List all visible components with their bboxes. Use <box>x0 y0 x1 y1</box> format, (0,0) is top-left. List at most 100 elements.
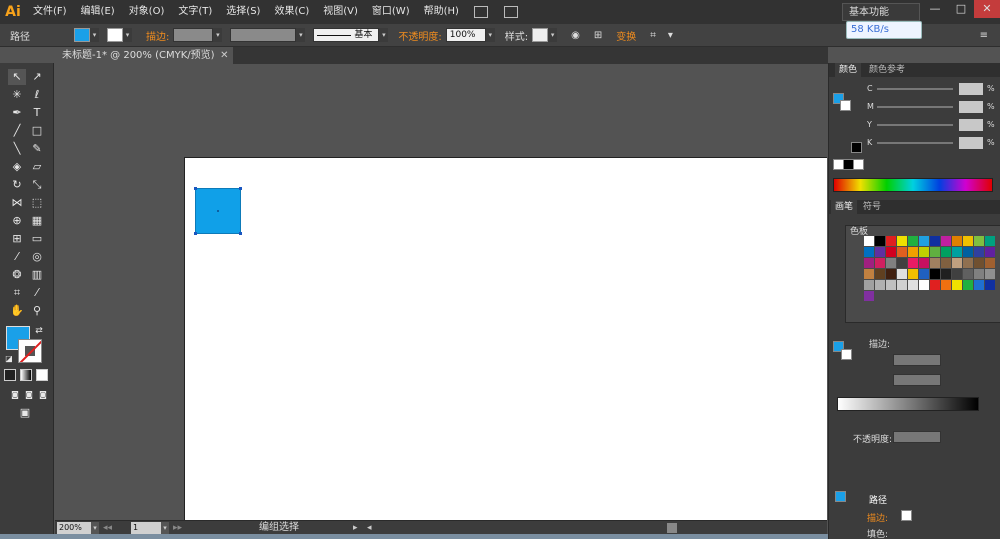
color-swatch[interactable] <box>952 236 962 246</box>
gradient-mode-icon[interactable] <box>20 369 32 381</box>
page-field[interactable]: 1 <box>131 522 161 534</box>
cmyk-c-slider[interactable] <box>877 88 953 90</box>
arrange-documents-icon[interactable] <box>503 6 518 18</box>
graphic-style-swatch[interactable] <box>532 28 549 42</box>
menu-effect[interactable]: 效果(C) <box>267 0 316 24</box>
color-swatch[interactable] <box>875 258 885 268</box>
screen-mode-icon[interactable]: ▣ <box>16 405 34 421</box>
color-panel-stroke-swatch[interactable] <box>840 100 851 111</box>
color-swatch[interactable] <box>985 269 995 279</box>
selection-tool-icon[interactable]: ↖ <box>8 69 26 85</box>
variable-width-field[interactable] <box>230 28 297 42</box>
color-swatch[interactable] <box>985 236 995 246</box>
magic-wand-tool-icon[interactable]: ✳ <box>8 87 26 103</box>
color-swatch[interactable] <box>985 280 995 290</box>
color-swatch[interactable] <box>908 236 918 246</box>
color-mode-icon[interactable] <box>4 369 16 381</box>
color-swatch[interactable] <box>897 269 907 279</box>
menu-view[interactable]: 视图(V) <box>316 0 365 24</box>
color-swatch[interactable] <box>886 269 896 279</box>
appearance-stroke-label[interactable]: 描边: <box>867 511 888 524</box>
panel-menu-icon[interactable]: ≡ <box>976 30 992 41</box>
color-swatch[interactable] <box>974 236 984 246</box>
color-swatch[interactable] <box>952 258 962 268</box>
graphic-style-dropdown[interactable]: ▾ <box>548 28 558 42</box>
color-swatch[interactable] <box>930 236 940 246</box>
color-swatch[interactable] <box>875 269 885 279</box>
menu-window[interactable]: 窗口(W) <box>365 0 417 24</box>
gradient-type-field[interactable] <box>893 354 941 366</box>
recolor-icon[interactable]: ◉ <box>567 30 584 41</box>
tab-color[interactable]: 颜色 <box>835 63 862 77</box>
color-swatch[interactable] <box>941 247 951 257</box>
menu-help[interactable]: 帮助(H) <box>417 0 466 24</box>
bridge-icon[interactable] <box>473 6 488 18</box>
paintbrush-tool-icon[interactable]: ╲ <box>8 141 26 157</box>
none-mode-icon[interactable] <box>36 369 48 381</box>
workspace-switcher[interactable]: 基本功能 <box>842 3 920 21</box>
eraser-tool-icon[interactable]: ▱ <box>28 159 46 175</box>
color-swatch[interactable] <box>952 247 962 257</box>
fill-dropdown[interactable]: ▾ <box>90 28 99 42</box>
color-swatch[interactable] <box>864 269 874 279</box>
color-swatch[interactable] <box>930 258 940 268</box>
color-swatch[interactable] <box>941 236 951 246</box>
page-dropdown[interactable]: ▾ <box>161 522 169 534</box>
color-swatch[interactable] <box>897 280 907 290</box>
stroke-weight-dropdown[interactable]: ▾ <box>213 28 223 42</box>
lasso-tool-icon[interactable]: ℓ <box>28 87 46 103</box>
variable-width-dropdown[interactable]: ▾ <box>296 28 306 42</box>
cmyk-y-input[interactable] <box>959 119 983 131</box>
cmyk-k-slider[interactable] <box>877 142 953 144</box>
color-swatch[interactable] <box>974 247 984 257</box>
color-swatch[interactable] <box>919 236 929 246</box>
mesh-tool-icon[interactable]: ⊞ <box>8 231 26 247</box>
pen-tool-icon[interactable]: ✒ <box>8 105 26 121</box>
options-menu-icon[interactable]: ▾ <box>664 30 677 41</box>
artboard-tool-icon[interactable]: ⌗ <box>8 285 26 301</box>
status-menu-icon[interactable]: ▸ <box>353 521 358 535</box>
color-swatch[interactable] <box>985 258 995 268</box>
anchor-point[interactable] <box>239 187 242 190</box>
fill-color-swatch[interactable] <box>74 28 90 42</box>
color-swatch[interactable] <box>875 236 885 246</box>
direct-selection-tool-icon[interactable]: ↗ <box>28 69 46 85</box>
stroke-color-swatch[interactable] <box>107 28 123 42</box>
color-swatch[interactable] <box>897 236 907 246</box>
blob-brush-tool-icon[interactable]: ◈ <box>8 159 26 175</box>
close-tab-icon[interactable]: ✕ <box>220 47 228 64</box>
draw-inside-icon[interactable]: ◙ <box>34 387 52 403</box>
gradient-tool-icon[interactable]: ▭ <box>28 231 46 247</box>
cmyk-m-slider[interactable] <box>877 106 953 108</box>
type-tool-icon[interactable]: T <box>28 105 46 121</box>
color-swatch[interactable] <box>985 247 995 257</box>
menu-type[interactable]: 文字(T) <box>171 0 219 24</box>
color-swatch[interactable] <box>963 236 973 246</box>
color-swatch[interactable] <box>941 269 951 279</box>
tab-brushes[interactable]: 画笔 <box>831 200 858 214</box>
maximize-button[interactable]: □ <box>948 0 974 18</box>
document-tab[interactable]: 未标题-1* @ 200% (CMYK/预览) ✕ <box>56 47 233 64</box>
color-swatch[interactable] <box>963 280 973 290</box>
pencil-tool-icon[interactable]: ✎ <box>28 141 46 157</box>
color-swatch[interactable] <box>908 258 918 268</box>
gradient-angle-field[interactable] <box>893 374 941 386</box>
minimize-button[interactable]: — <box>922 0 948 18</box>
color-swatch[interactable] <box>963 258 973 268</box>
shape-builder-tool-icon[interactable]: ⊕ <box>8 213 26 229</box>
cmyk-c-input[interactable] <box>959 83 983 95</box>
color-swatch[interactable] <box>875 280 885 290</box>
symbol-sprayer-tool-icon[interactable]: ❂ <box>8 267 26 283</box>
rotate-tool-icon[interactable]: ↻ <box>8 177 26 193</box>
close-button[interactable]: ✕ <box>974 0 1000 18</box>
cmyk-y-slider[interactable] <box>877 124 953 126</box>
stroke-dropdown[interactable]: ▾ <box>123 28 132 42</box>
color-swatch[interactable] <box>919 247 929 257</box>
color-swatch[interactable] <box>952 269 962 279</box>
free-transform-tool-icon[interactable]: ⬚ <box>28 195 46 211</box>
color-swatch[interactable] <box>908 280 918 290</box>
color-swatch[interactable] <box>886 280 896 290</box>
zoom-dropdown[interactable]: ▾ <box>91 522 99 534</box>
horizontal-scroll-thumb[interactable] <box>667 523 677 533</box>
color-swatch[interactable] <box>908 269 918 279</box>
